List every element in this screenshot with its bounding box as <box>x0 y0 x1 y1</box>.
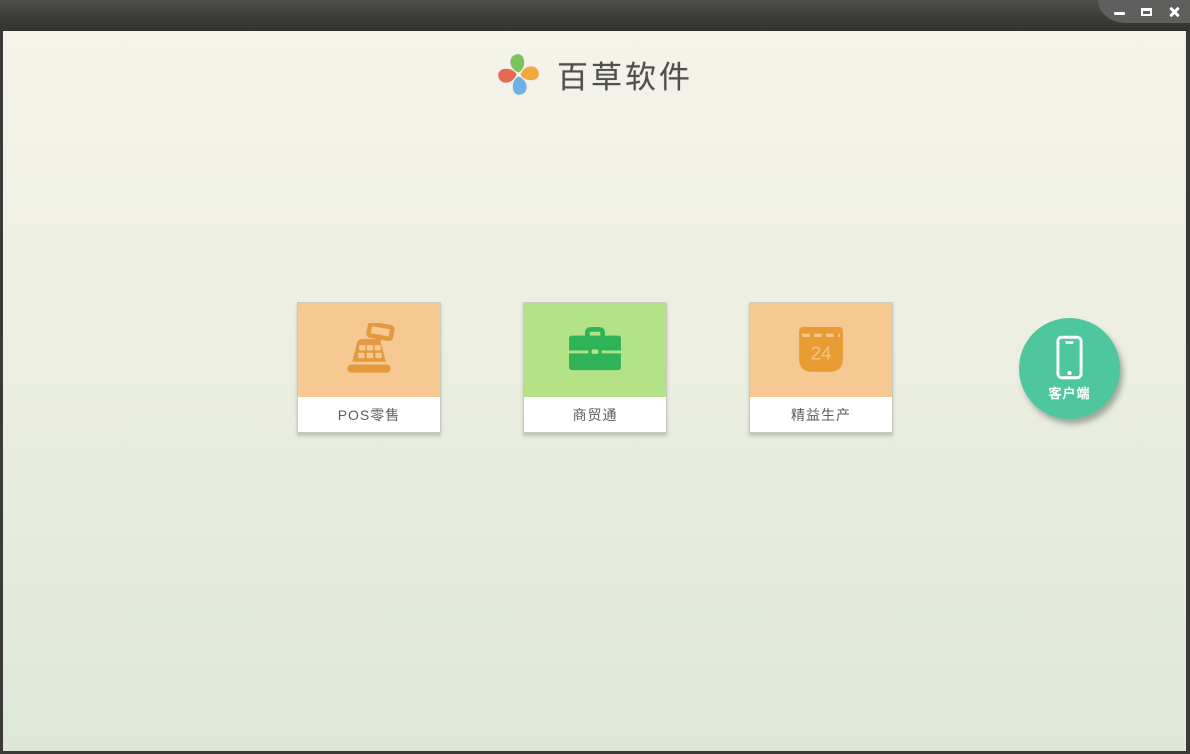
product-card-lean[interactable]: 24 精益生产 <box>749 302 893 433</box>
minimize-button[interactable] <box>1113 5 1126 18</box>
product-card-pos[interactable]: POS零售 <box>297 302 441 433</box>
client-button[interactable]: 客户端 <box>1019 318 1120 419</box>
window-controls <box>1098 0 1190 23</box>
maximize-icon <box>1141 7 1152 16</box>
maximize-button[interactable] <box>1140 5 1153 18</box>
product-label: 精益生产 <box>750 397 892 432</box>
app-title: 百草软件 <box>557 60 693 96</box>
close-icon <box>1168 6 1180 18</box>
pinwheel-logo-icon <box>498 54 539 95</box>
app-window: 百草软件 POS零售 商贸通 24 精益生产 客户端 <box>0 0 1190 754</box>
product-tile <box>298 303 440 397</box>
smartphone-icon <box>1056 335 1083 380</box>
header: 百草软件 <box>3 51 1185 98</box>
minimize-icon <box>1114 12 1125 15</box>
product-tile: 24 <box>750 303 892 397</box>
product-label: POS零售 <box>298 397 440 432</box>
cash-register-icon <box>347 323 395 373</box>
titlebar[interactable] <box>0 0 1190 31</box>
product-label: 商贸通 <box>524 397 666 432</box>
calendar-icon: 24 <box>799 327 843 372</box>
briefcase-icon <box>569 326 621 371</box>
product-tile <box>524 303 666 397</box>
close-button[interactable] <box>1167 5 1180 18</box>
client-button-label: 客户端 <box>1048 386 1091 401</box>
main-content: 百草软件 POS零售 商贸通 24 精益生产 客户端 <box>3 31 1186 751</box>
calendar-day-number: 24 <box>811 342 832 363</box>
product-card-trade[interactable]: 商贸通 <box>523 302 667 433</box>
